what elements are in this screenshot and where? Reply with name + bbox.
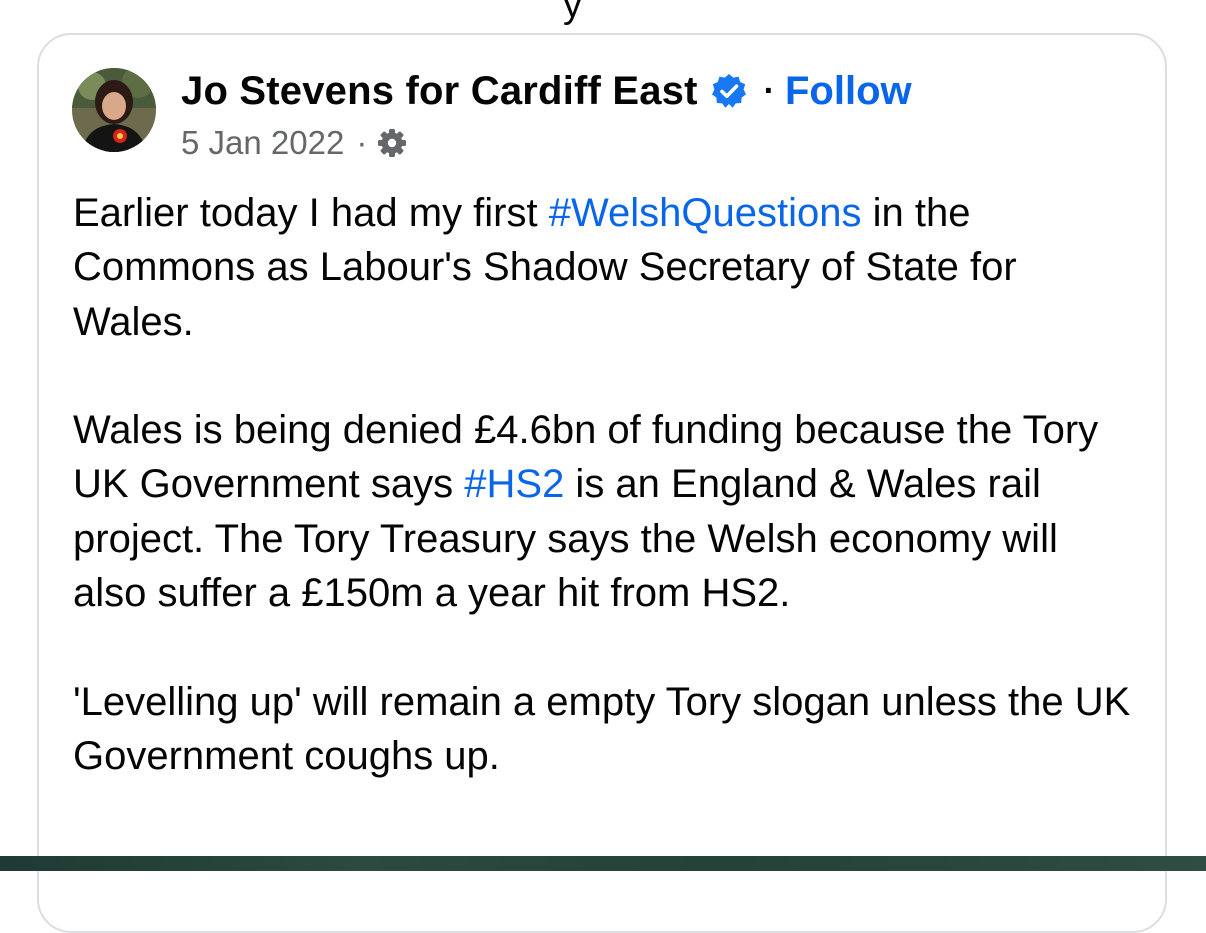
post-date[interactable]: 5 Jan 2022 [181, 124, 344, 162]
separator-dot: · [356, 124, 368, 161]
post-image-edge [0, 856, 1206, 871]
hashtag-link[interactable]: #WelshQuestions [549, 191, 862, 235]
post-text-segment: 'Levelling up' will remain a empty Tory … [73, 679, 1131, 778]
post-paragraph: 'Levelling up' will remain a empty Tory … [73, 675, 1133, 784]
post-text-segment: Earlier today I had my first [73, 191, 549, 235]
author-name[interactable]: Jo Stevens for Cardiff East [181, 69, 698, 114]
verified-badge-icon [710, 72, 748, 110]
post-meta-row: 5 Jan 2022 · [181, 121, 409, 165]
separator-dot: · [763, 71, 775, 110]
post-header-name-row: Jo Stevens for Cardiff East · Follow [181, 66, 912, 116]
hashtag-link[interactable]: #HS2 [464, 462, 564, 506]
avatar[interactable] [72, 68, 156, 152]
post-text: Earlier today I had my first #WelshQuest… [73, 186, 1133, 783]
profile-photo-icon [72, 68, 156, 152]
previous-post-text-fragment: y [563, 0, 582, 26]
post-paragraph: Earlier today I had my first #WelshQuest… [73, 186, 1133, 349]
post-paragraph: Wales is being denied £4.6bn of funding … [73, 403, 1133, 620]
gear-icon[interactable] [375, 126, 409, 160]
follow-button[interactable]: Follow [785, 69, 912, 114]
